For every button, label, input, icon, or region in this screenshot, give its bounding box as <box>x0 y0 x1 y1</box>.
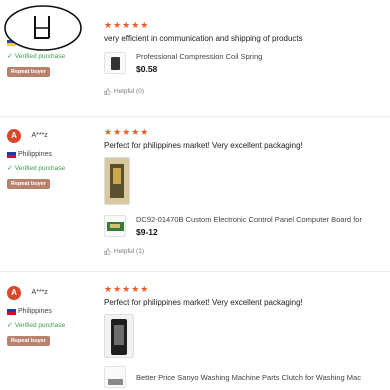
product-thumbnail[interactable] <box>104 366 126 388</box>
check-icon: ✓ <box>7 165 13 172</box>
repeat-buyer-badge: Repeat buyer <box>7 179 50 189</box>
rating-stars: ★★★★★ <box>104 127 150 137</box>
flag-icon <box>7 308 16 315</box>
product-price: $9-12 <box>136 227 158 237</box>
helpful-button[interactable]: Helpful (0) <box>104 88 390 95</box>
flag-icon <box>7 151 16 158</box>
brand-logo-icon <box>4 5 82 51</box>
review-content: ★★★★★ very efficient in communication an… <box>104 20 390 95</box>
reviewer-country: Philippines <box>7 308 99 315</box>
reviewer-country: Philippines <box>7 151 99 158</box>
check-icon: ✓ <box>7 53 13 60</box>
product-name[interactable]: Better Price Sanyo Washing Machine Parts… <box>136 373 361 382</box>
reviewer-name: A***z <box>31 132 48 140</box>
rating-stars: ★★★★★ <box>104 20 150 30</box>
avatar: A <box>7 285 21 300</box>
verified-purchase: ✓ Verified purchase <box>7 52 66 61</box>
thumbs-up-icon <box>104 248 111 255</box>
rating-stars: ★★★★★ <box>104 284 150 294</box>
helpful-button[interactable]: Helpful (1) <box>104 248 390 255</box>
reviewer-info: A A***z Philippines ✓ Verified purchase … <box>7 127 99 190</box>
review-text: Perfect for philippines market! Very exc… <box>104 298 303 307</box>
check-icon: ✓ <box>7 322 13 329</box>
review-photo[interactable] <box>104 314 134 358</box>
product-name[interactable]: Professional Compression Coil Spring <box>136 52 262 61</box>
thumbs-up-icon <box>104 88 111 95</box>
review-photo[interactable] <box>104 157 130 205</box>
review-divider <box>0 271 390 272</box>
avatar: A <box>7 128 21 143</box>
review-content: ★★★★★ Perfect for philippines market! Ve… <box>104 284 390 388</box>
product-thumbnail[interactable] <box>104 215 126 237</box>
repeat-buyer-badge: Repeat buyer <box>7 67 50 77</box>
review-text: Perfect for philippines market! Very exc… <box>104 141 303 150</box>
reviewer-info: A A***z Philippines ✓ Verified purchase … <box>7 284 99 347</box>
product-price: $0.58 <box>136 64 158 74</box>
product-thumbnail[interactable] <box>104 52 126 74</box>
verified-purchase: ✓ Verified purchase <box>7 321 66 330</box>
product-card[interactable]: DC92-01470B Custom Electronic Control Pa… <box>104 215 390 237</box>
reviewer-name: A***z <box>31 289 48 297</box>
review-divider <box>0 116 390 117</box>
product-card[interactable]: Professional Compression Coil Spring $0.… <box>104 52 390 74</box>
review-text: very efficient in communication and ship… <box>104 34 303 43</box>
repeat-buyer-badge: Repeat buyer <box>7 336 50 346</box>
product-name[interactable]: DC92-01470B Custom Electronic Control Pa… <box>136 215 362 224</box>
review-content: ★★★★★ Perfect for philippines market! Ve… <box>104 127 390 255</box>
product-card[interactable]: Better Price Sanyo Washing Machine Parts… <box>104 366 390 388</box>
verified-purchase: ✓ Verified purchase <box>7 164 66 173</box>
